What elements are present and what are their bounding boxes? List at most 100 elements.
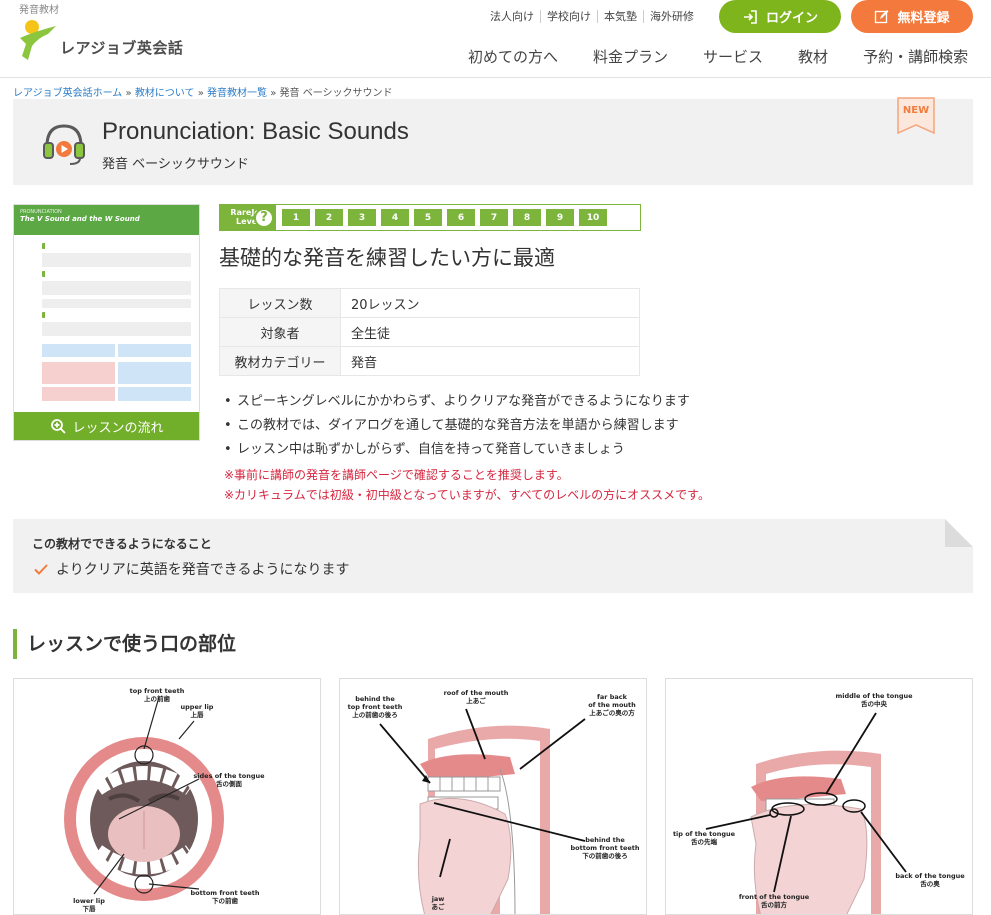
label-jaw: jaw [431,895,445,903]
course-subtitle: 発音 ベーシックサウンド [102,157,249,172]
label-behind-top-teeth-2: top front teeth [348,703,403,711]
level-1[interactable]: 1 [282,209,310,226]
level-7[interactable]: 7 [480,209,508,226]
top-link-corporate[interactable]: 法人向け [484,10,540,23]
page-fold-corner [945,519,973,547]
level-help-icon[interactable]: ? [254,207,274,228]
label-far-back: far back [597,693,628,701]
level-4[interactable]: 4 [381,209,409,226]
level-5[interactable]: 5 [414,209,442,226]
logo-text[interactable]: レアジョブ英会話 [60,37,183,58]
login-icon [743,9,757,24]
list-item: この教材では、ダイアログを通して基礎的な発音方法を単語から練習します [237,414,690,438]
section-heading: レッスンで使う口の部位 [13,629,236,659]
nav-item-pricing[interactable]: 料金プラン [593,46,668,67]
label-top-front-teeth: top front teeth [130,687,185,695]
label-upper-lip-jp: 上唇 [191,710,205,719]
label-far-back-jp: 上あごの奥の方 [589,708,635,717]
info-value: 全生徒 [340,317,640,347]
lesson-flow-label: レッスンの流れ [72,420,164,436]
course-title-box: Pronunciation: Basic Sounds 発音 ベーシックサウンド… [13,97,973,185]
zoom-in-icon [51,418,67,434]
label-lower-lip-jp: 下唇 [83,904,97,913]
level-10[interactable]: 10 [579,209,607,226]
logo-icon [20,20,56,60]
top-link-schools[interactable]: 学校向け [540,10,597,23]
logo-caption: 発音教材 [19,5,59,16]
info-value: 20レッスン [340,288,640,318]
note-item: ※カリキュラムでは初級・初中級となっていますが、すべてのレベルの方にオススメです… [224,488,710,502]
lesson-thumbnail[interactable]: PRONUNCIATION The V Sound and the W Soun… [13,204,200,441]
lesson-flow-button[interactable]: レッスンの流れ [14,412,199,440]
nav-item-materials[interactable]: 教材 [798,46,828,67]
breadcrumb: レアジョブ英会話ホーム » 教材について » 発音教材一覧 » 発音 ベーシック… [13,84,393,99]
top-links: 法人向け 学校向け 本気塾 海外研修 [484,10,700,23]
table-row: レッスン数 20レッスン [219,288,640,318]
label-upper-lip: upper lip [181,703,214,711]
breadcrumb-sep: » [270,88,277,99]
thumbnail-header-text: The V Sound and the W Sound [20,215,140,223]
top-link-overseas[interactable]: 海外研修 [643,10,700,23]
list-item: レッスン中は恥ずかしがらず、自信を持って発音していきましょう [237,438,690,462]
headphones-icon [40,119,88,171]
checkmark-icon [34,563,48,575]
login-button[interactable]: ログイン [719,0,841,33]
label-front-of-tongue: front of the tongue [739,893,810,901]
breadcrumb-pronunciation-list[interactable]: 発音教材一覧 [207,88,267,99]
diagram-side-view-mouth: behind the top front teeth 上の前歯の後ろ roof … [339,678,647,915]
label-sides-of-tongue: sides of the tongue [193,772,265,780]
nav-item-booking[interactable]: 予約・講師検索 [863,46,968,67]
course-title: Pronunciation: Basic Sounds [102,118,409,145]
level-2[interactable]: 2 [315,209,343,226]
register-button[interactable]: 無料登録 [851,0,973,33]
label-behind-bottom-teeth-2: bottom front teeth [571,844,640,852]
label-roof-of-mouth-jp: 上あご [466,696,486,705]
label-bottom-front-teeth: bottom front teeth [191,889,260,897]
login-label: ログイン [765,11,818,26]
label-behind-bottom-teeth: behind the [585,836,625,844]
label-tip-of-tongue: tip of the tongue [673,830,736,838]
label-bottom-front-teeth-jp: 下の前歯 [212,896,239,905]
label-back-of-tongue-jp: 舌の奥 [920,879,940,888]
thumbnail-preview [14,235,199,401]
level-6[interactable]: 6 [447,209,475,226]
breadcrumb-sep: » [197,88,204,99]
info-value: 発音 [340,346,640,376]
label-lower-lip: lower lip [73,897,105,905]
info-key: 教材カテゴリー [219,346,341,376]
label-behind-top-teeth-jp: 上の前歯の後ろ [352,710,398,719]
nav-item-services[interactable]: サービス [703,46,763,67]
breadcrumb-materials[interactable]: 教材について [135,88,195,99]
top-link-honkijuku[interactable]: 本気塾 [597,10,643,23]
breadcrumb-home[interactable]: レアジョブ英会話ホーム [13,88,122,99]
level-8[interactable]: 8 [513,209,541,226]
label-behind-top-teeth: behind the [355,695,395,703]
diagram-front-view: top front teeth 上の前歯 upper lip 上唇 sides … [13,678,321,915]
info-key: レッスン数 [219,288,341,318]
level-9[interactable]: 9 [546,209,574,226]
note-item: ※事前に講師の発音を講師ページで確認することを推奨します。 [224,468,569,482]
breadcrumb-sep: » [125,88,132,99]
label-far-back-2: of the mouth [588,701,636,709]
course-features: スピーキングレベルにかかわらず、よりクリアな発音ができるようになります この教材… [237,390,690,462]
diagram-side-view-tongue: middle of the tongue 舌の中央 tip of the ton… [665,678,973,915]
level-3[interactable]: 3 [348,209,376,226]
breadcrumb-current: 発音 ベーシックサウンド [279,88,393,99]
rarejob-level-bar: RareJob Level ? 1 2 3 4 5 6 7 8 9 10 [219,204,641,231]
pencil-icon [875,10,889,24]
can-do-title: この教材でできるようになること [32,537,212,551]
new-badge-text: NEW [903,105,929,116]
label-middle-of-tongue: middle of the tongue [835,692,913,700]
logo[interactable] [18,18,58,64]
main-nav: 初めての方へ 料金プラン サービス 教材 予約・講師検索 [468,46,968,67]
label-jaw-jp: あご [432,902,446,911]
label-front-of-tongue-jp: 舌の前方 [761,900,788,909]
label-behind-bottom-teeth-jp: 下の前歯の後ろ [582,851,628,860]
label-top-front-teeth-jp: 上の前歯 [144,694,171,703]
info-key: 対象者 [219,317,341,347]
can-do-box: この教材でできるようになること よりクリアに英語を発音できるようになります [13,519,973,593]
nav-item-beginners[interactable]: 初めての方へ [468,46,558,67]
label-middle-of-tongue-jp: 舌の中央 [861,699,888,708]
label-sides-of-tongue-jp: 舌の側面 [216,779,243,788]
label-back-of-tongue: back of the tongue [895,872,965,880]
